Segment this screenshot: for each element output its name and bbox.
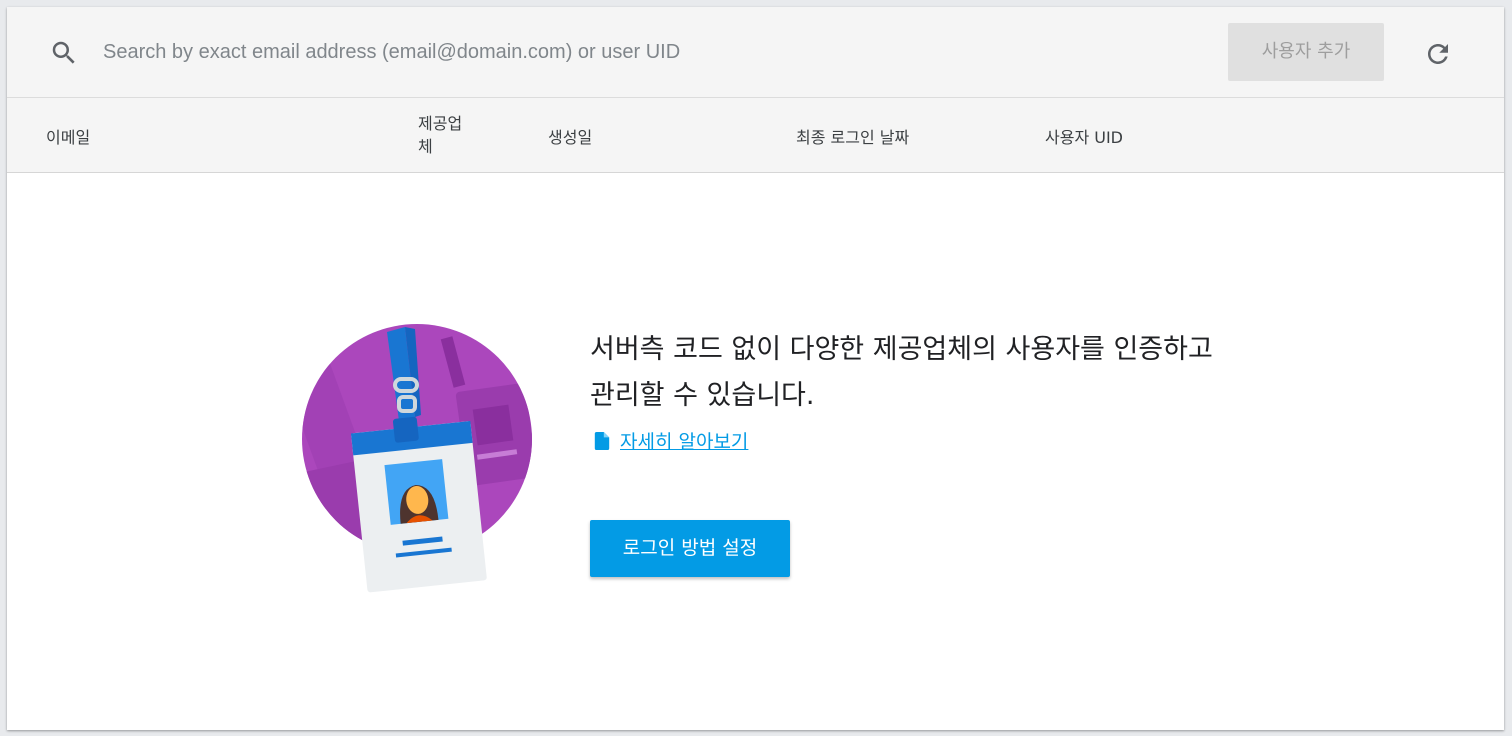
learn-more-label[interactable]: 자세히 알아보기	[620, 427, 748, 454]
column-header-email[interactable]: 이메일	[46, 124, 90, 148]
column-header-last-login[interactable]: 최종 로그인 날짜	[796, 124, 909, 148]
add-user-button[interactable]: 사용자 추가	[1228, 23, 1384, 81]
refresh-icon[interactable]	[1423, 39, 1453, 69]
users-panel: 사용자 추가 이메일 제공업체 생성일 최종 로그인 날짜 사용자 UID	[7, 7, 1504, 730]
search-bar: 사용자 추가	[7, 7, 1504, 98]
search-input[interactable]	[103, 35, 1003, 69]
learn-more-link[interactable]: 자세히 알아보기	[594, 427, 748, 454]
table-header: 이메일 제공업체 생성일 최종 로그인 날짜 사용자 UID	[7, 98, 1504, 173]
search-icon	[52, 41, 75, 64]
empty-state-message: 서버측 코드 없이 다양한 제공업체의 사용자를 인증하고 관리할 수 있습니다…	[590, 334, 1213, 411]
document-icon	[594, 431, 610, 450]
column-header-user-uid[interactable]: 사용자 UID	[1045, 124, 1123, 148]
column-header-provider[interactable]: 제공업체	[418, 112, 474, 158]
setup-sign-in-method-button[interactable]: 로그인 방법 설정	[590, 520, 790, 577]
column-header-created[interactable]: 생성일	[548, 124, 592, 148]
id-badge-illustration	[302, 324, 532, 593]
